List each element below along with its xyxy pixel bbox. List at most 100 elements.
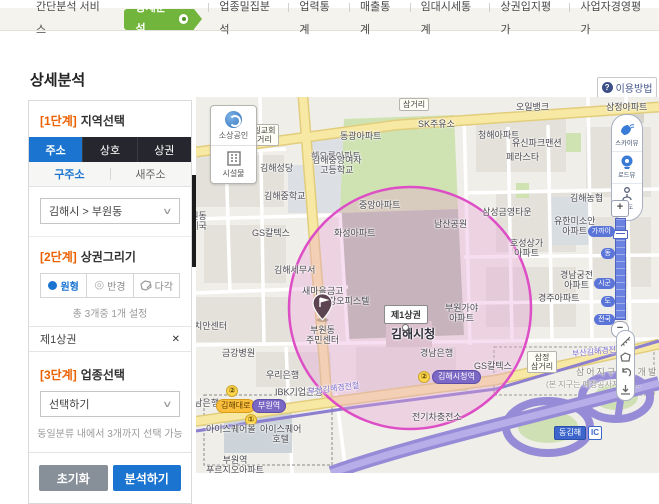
- mode-radius-button[interactable]: ◎ 반경: [86, 274, 132, 297]
- step1-badge: [1단계]: [40, 114, 77, 128]
- measure-area-icon[interactable]: [620, 352, 631, 363]
- district-center-dot: [402, 324, 409, 331]
- roadview-button[interactable]: 로드뷰: [612, 151, 642, 183]
- tab-address[interactable]: 주소: [29, 137, 82, 162]
- person-icon: [621, 187, 633, 201]
- map-label: 경주아파트: [538, 293, 579, 303]
- nav-item-rent-stats[interactable]: 임대시세통계: [410, 0, 490, 42]
- chevron-down-icon: ∨: [162, 206, 173, 217]
- map-label: 김해시청: [391, 328, 435, 341]
- step1-title: 지역선택: [81, 114, 125, 128]
- chevron-down-icon: ∨: [162, 399, 173, 410]
- map-label: 삼정 삼거리: [527, 351, 557, 373]
- map-label: IC: [588, 426, 602, 440]
- nav-item-management-rating[interactable]: 사업자경영평가: [569, 0, 659, 42]
- measure-distance-icon[interactable]: [620, 336, 631, 347]
- area-count-text: 총 3개중 1개 설정: [29, 305, 191, 320]
- map-label: 중앙아파트: [359, 200, 400, 210]
- skyview-button[interactable]: 스카이뷰: [612, 120, 642, 151]
- zoom-level-sigun[interactable]: 시군: [594, 278, 615, 289]
- map-tools: [616, 330, 635, 401]
- subtab-new-address[interactable]: 새주소: [110, 162, 191, 186]
- subtab-old-address[interactable]: 구주소: [29, 162, 110, 186]
- download-icon[interactable]: [620, 384, 631, 395]
- merchant-layer-label: 소상공인: [219, 130, 248, 141]
- top-navigation: 간단분석 서비스 상세분석 업종밀집분석 업력통계 매출통계 임대시세통계 상권…: [0, 8, 659, 31]
- step2-header: [2단계] 상권그리기: [29, 237, 191, 273]
- zoom-slider-track[interactable]: [615, 218, 626, 320]
- map-label: 호성상가 아파트: [510, 238, 543, 258]
- undo-icon[interactable]: [620, 368, 631, 379]
- nav-item-location-rating[interactable]: 상권입지평가: [489, 0, 569, 42]
- step3-badge: [3단계]: [40, 368, 77, 382]
- industry-note: 동일분류 내에서 3개까지 선택 가능: [33, 425, 187, 440]
- map-canvas[interactable]: 제일교회 사거리삼거리SK주유소오일뱅크삼정아파트동광아파트해오름아파트청해아파…: [196, 97, 659, 473]
- merchant-layer-button[interactable]: 소상공인: [211, 106, 256, 145]
- nav-item-label: 상세분석: [136, 0, 174, 40]
- map-label: 김해대로: [216, 399, 255, 413]
- roadview-icon: [620, 155, 634, 169]
- map-label: 아이스퀘어 호텔: [260, 424, 301, 444]
- map-label: 부원가야 아파트: [445, 303, 478, 323]
- map-label: 부원동 우체국: [196, 211, 207, 231]
- map-label: 부원동 주민센터: [306, 325, 339, 345]
- step1-header: [1단계] 지역선택: [29, 101, 191, 137]
- step3-title: 업종선택: [81, 368, 125, 382]
- map-layer-panel: 소상공인 시설물: [210, 105, 257, 184]
- map-label: 유신파크맨션: [512, 138, 562, 148]
- tab-trade-area[interactable]: 상권: [137, 137, 191, 162]
- map-label: 삼정아파트: [606, 102, 647, 112]
- mode-label: 다각: [155, 278, 173, 293]
- map-label: 부산김해경전철: [308, 381, 360, 397]
- map-label: 김해농협: [570, 193, 603, 203]
- sidebar-footer: 초기화 분석하기: [29, 452, 191, 503]
- nav-item-simple-analysis[interactable]: 간단분석 서비스: [25, 0, 118, 42]
- facility-layer-button[interactable]: 시설물: [211, 145, 256, 183]
- map-label: 전기차충전소: [412, 412, 462, 422]
- radius-icon: ◎: [94, 281, 104, 290]
- question-icon: ?: [602, 82, 613, 93]
- reset-button[interactable]: 초기화: [39, 465, 108, 491]
- map-label: 아이스퀘어몰: [206, 424, 256, 434]
- roadview-label: 로드뷰: [618, 171, 635, 180]
- zoom-level-do[interactable]: 도: [601, 296, 615, 307]
- step2-badge: [2단계]: [40, 250, 77, 264]
- map-label: 경남궁전 아파트: [560, 270, 593, 290]
- map-label: ②: [418, 371, 430, 383]
- map-label: 남산공원: [434, 219, 467, 229]
- industry-select[interactable]: 선택하기 ∨: [40, 391, 180, 417]
- merchant-icon: [225, 111, 242, 128]
- nav-item-detail-analysis[interactable]: 상세분석: [124, 9, 195, 30]
- page-title: 상세분석: [30, 69, 85, 90]
- search-type-tabs: 주소 상호 상권: [29, 137, 191, 162]
- active-marker-icon: [179, 14, 189, 24]
- map-label: 김해시청역: [432, 370, 481, 384]
- remove-area-button[interactable]: ✕: [172, 334, 180, 345]
- map-label: 오일뱅크: [516, 102, 549, 112]
- map-marker-pin[interactable]: [312, 293, 333, 322]
- step2-title: 상권그리기: [81, 250, 136, 264]
- nav-item-density-analysis[interactable]: 업종밀집분석: [208, 0, 288, 42]
- zoom-in-button[interactable]: +: [611, 200, 629, 217]
- map-label: 페라스타: [506, 152, 539, 162]
- industry-select-value: 선택하기: [49, 396, 89, 412]
- region-select[interactable]: 김해시 > 부원동 ∨: [40, 198, 180, 224]
- zoom-level-dong[interactable]: 동: [601, 248, 615, 259]
- analyze-button[interactable]: 분석하기: [113, 465, 182, 491]
- nav-item-sales-stats[interactable]: 매출통계: [349, 0, 410, 42]
- map-labels: 제일교회 사거리삼거리SK주유소오일뱅크삼정아파트동광아파트해오름아파트청해아파…: [196, 97, 659, 473]
- map-label: 동광아파트: [340, 131, 381, 141]
- zoom-level-closest[interactable]: 가까이: [588, 226, 615, 237]
- zoom-level-national[interactable]: 전국: [594, 314, 615, 325]
- mode-label: 원형: [60, 278, 78, 293]
- mode-polygon-button[interactable]: 다각: [133, 274, 179, 297]
- map-label: ②: [226, 385, 238, 397]
- analysis-sidebar: [1단계] 지역선택 주소 상호 상권 구주소 새주소 김해시 > 부원동 ∨ […: [28, 100, 192, 504]
- help-button[interactable]: ? 이용방법: [597, 77, 657, 98]
- nav-item-business-age-stats[interactable]: 업력통계: [288, 0, 349, 42]
- tab-store-name[interactable]: 상호: [82, 137, 136, 162]
- circle-icon: [48, 281, 57, 290]
- mode-circle-button[interactable]: 원형: [41, 274, 86, 297]
- draw-mode-buttons: 원형 ◎ 반경 다각: [40, 273, 180, 298]
- map-label: 김해성당: [260, 163, 293, 173]
